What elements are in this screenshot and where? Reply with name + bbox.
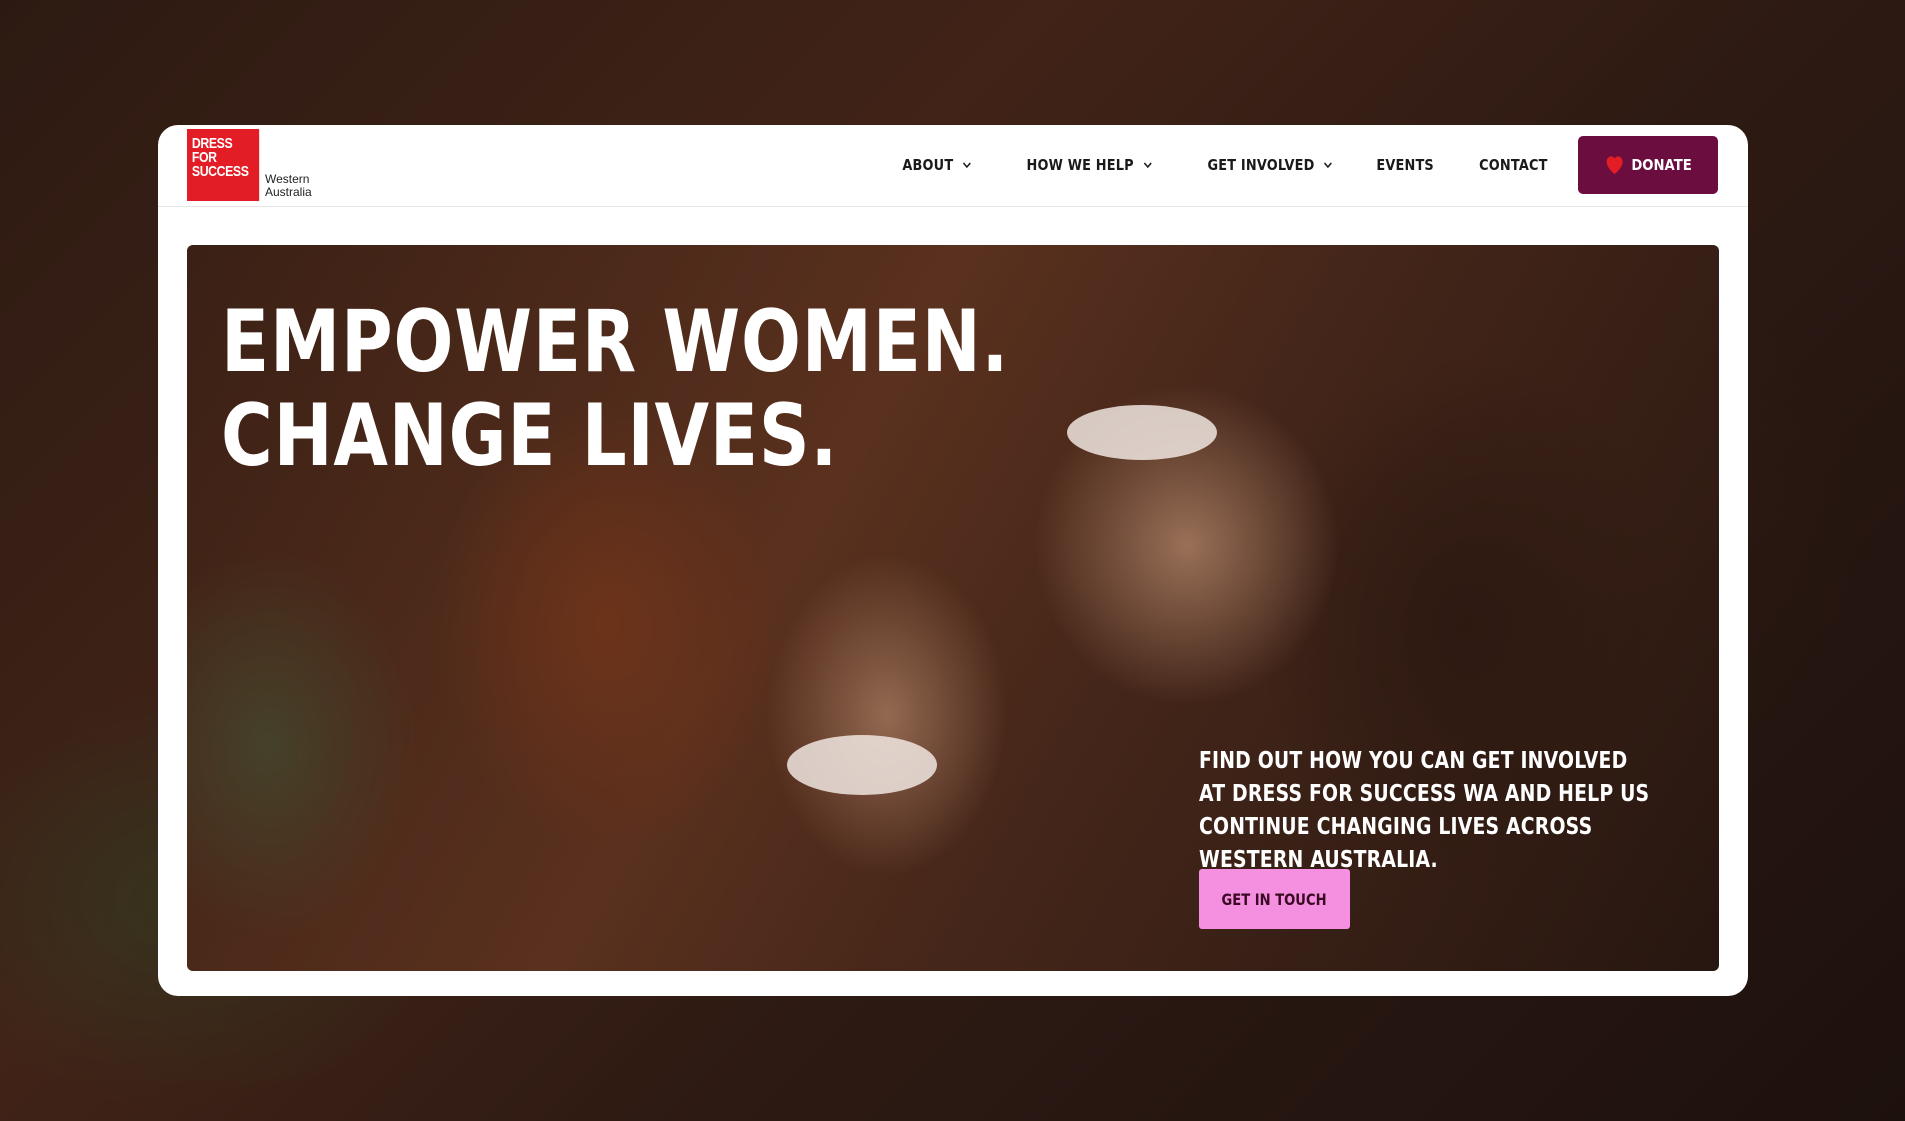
nav-item-events[interactable]: EVENTS (1377, 156, 1435, 174)
logo[interactable]: DRESS FOR SUCCESS Western Australia (187, 129, 312, 201)
hero-description: FIND OUT HOW YOU CAN GET INVOLVED AT DRE… (1199, 748, 1650, 873)
logo-mark: DRESS FOR SUCCESS (187, 129, 260, 201)
donate-content: DONATE (1605, 155, 1692, 175)
get-in-touch-button[interactable]: GET IN TOUCH (1199, 869, 1350, 929)
nav-label-get-involved: GET INVOLVED (1207, 156, 1315, 174)
donate-label: DONATE (1630, 156, 1692, 174)
nav-label-about: ABOUT (902, 156, 954, 174)
hero-title: EMPOWER WOMEN. CHANGE LIVES. (221, 295, 1009, 483)
hero-title-line-2: CHANGE LIVES. (221, 386, 839, 486)
donate-button[interactable]: DONATE (1578, 136, 1718, 194)
site-header: DRESS FOR SUCCESS Western Australia ABOU… (158, 125, 1748, 207)
logo-region-line-2: Australia (265, 185, 312, 199)
nav-item-get-involved[interactable]: GET INVOLVED (1208, 156, 1334, 174)
hero-banner: EMPOWER WOMEN. CHANGE LIVES. FIND OUT HO… (187, 245, 1719, 971)
chevron-down-icon (963, 162, 972, 169)
nav-label-events: EVENTS (1376, 156, 1435, 174)
chevron-down-icon (1324, 162, 1333, 169)
site-frame: DRESS FOR SUCCESS Western Australia ABOU… (158, 125, 1748, 996)
nav-item-how-we-help[interactable]: HOW WE HELP (1027, 156, 1153, 174)
heart-icon (1606, 156, 1623, 175)
hero-photo-detail (1067, 405, 1217, 460)
logo-line-3: SUCCESS (191, 163, 249, 180)
chevron-down-icon (1143, 162, 1152, 169)
nav-label-contact: CONTACT (1479, 156, 1548, 174)
nav-item-about[interactable]: ABOUT (903, 156, 973, 174)
nav-label-how-we-help: HOW WE HELP (1026, 156, 1135, 174)
main-nav: ABOUT HOW WE HELP GET INVOLVED EVENTS CO… (857, 135, 1718, 195)
logo-region: Western Australia (265, 173, 312, 199)
nav-item-contact[interactable]: CONTACT (1480, 156, 1548, 174)
hero-photo-detail (787, 735, 937, 795)
hero-title-line-1: EMPOWER WOMEN. (221, 292, 1010, 392)
get-in-touch-label: GET IN TOUCH (1221, 889, 1328, 909)
